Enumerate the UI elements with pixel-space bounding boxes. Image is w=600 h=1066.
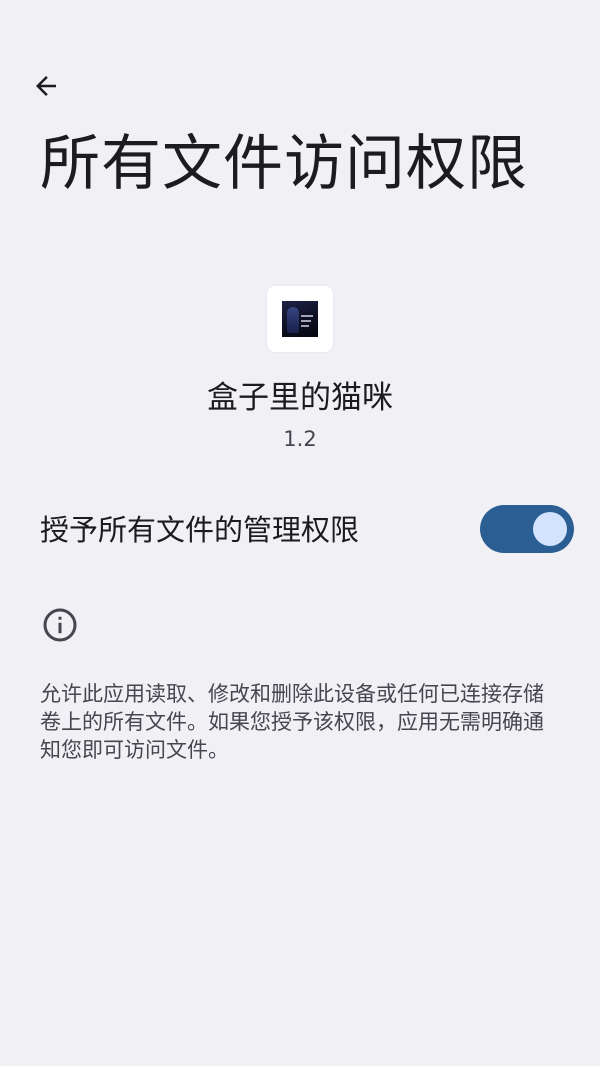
- app-name: 盒子里的猫咪: [207, 380, 393, 416]
- permission-toggle-label: 授予所有文件的管理权限: [40, 513, 360, 547]
- info-icon: [43, 608, 77, 642]
- back-button[interactable]: [22, 62, 70, 110]
- arrow-left-icon: [36, 76, 56, 96]
- permission-toggle-switch[interactable]: [480, 505, 574, 553]
- permission-description: 允许此应用读取、修改和删除此设备或任何已连接存储卷上的所有文件。如果您授予该权限…: [40, 682, 544, 762]
- app-version: 1.2: [283, 427, 317, 451]
- page-title: 所有文件访问权限: [40, 129, 528, 199]
- app-icon: [267, 286, 333, 352]
- switch-thumb: [533, 512, 567, 546]
- app-icon-image: [282, 301, 318, 337]
